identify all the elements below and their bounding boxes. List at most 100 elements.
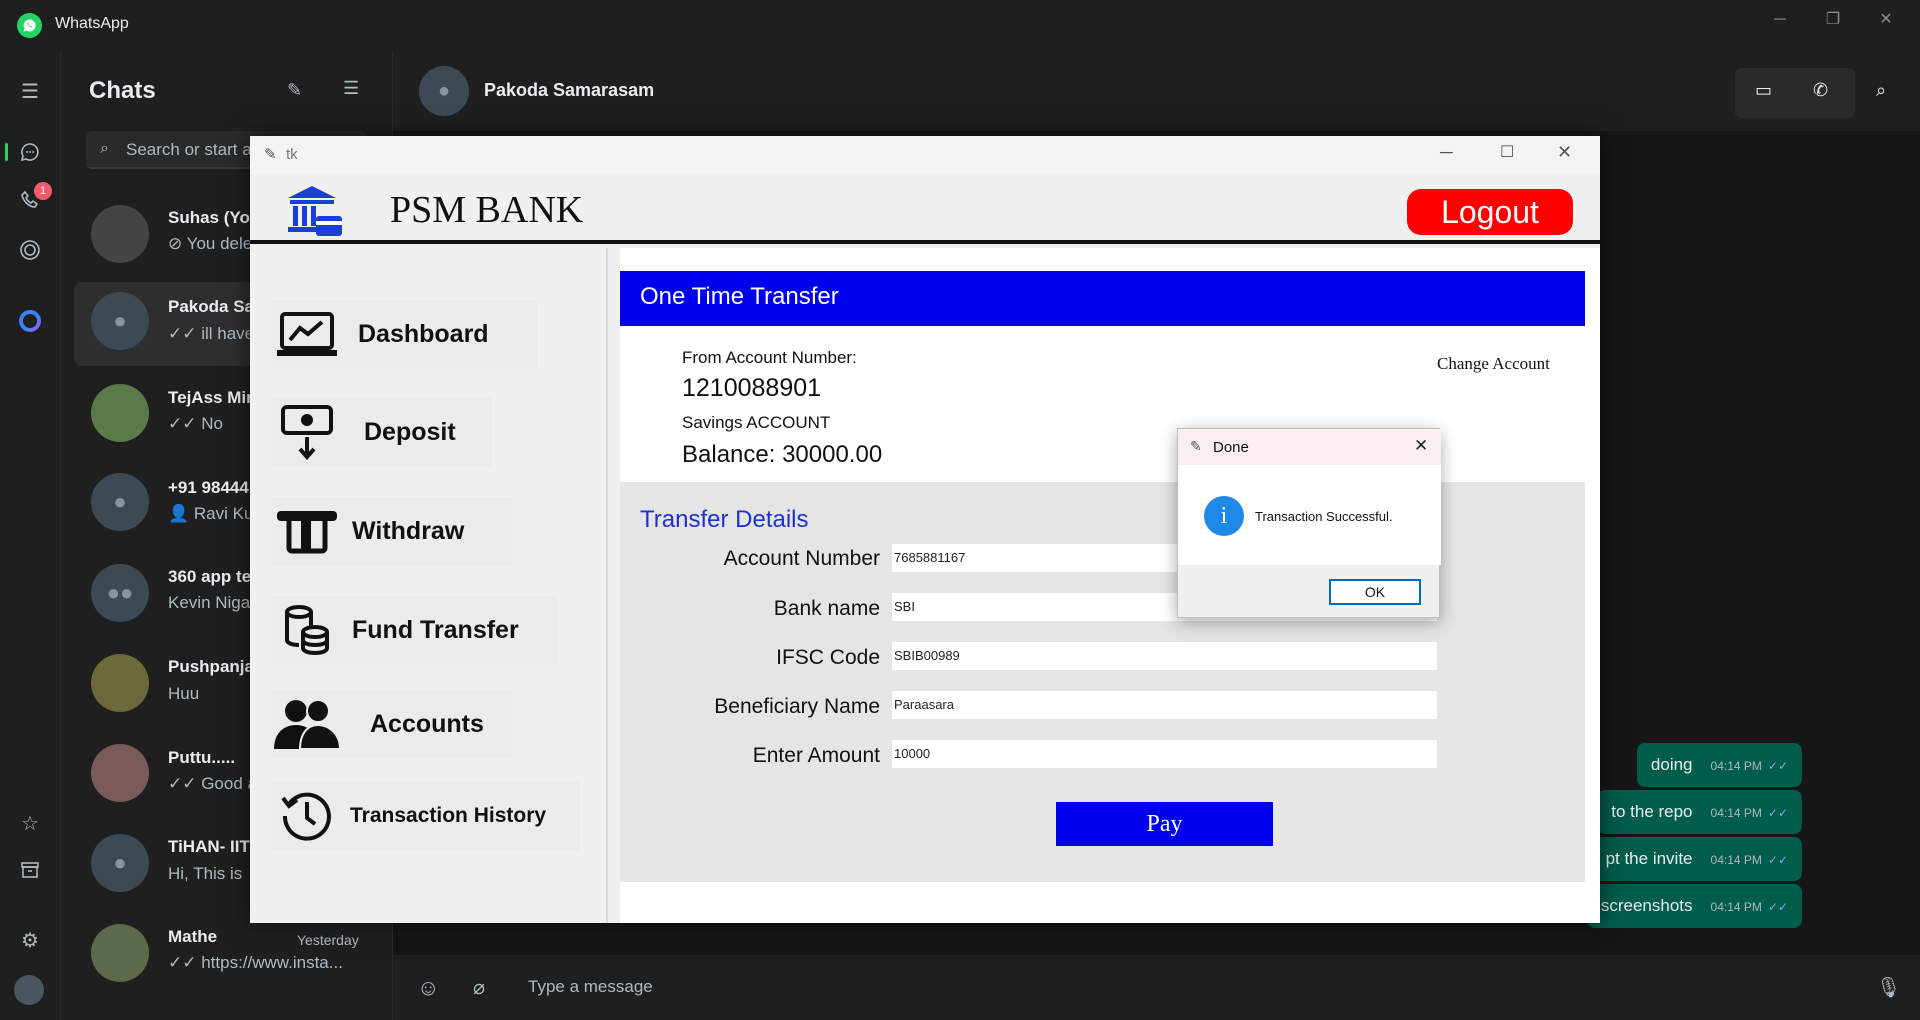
nav-label: Fund Transfer	[352, 615, 519, 644]
archive-icon[interactable]	[14, 854, 46, 886]
change-account-link[interactable]: Change Account	[1437, 354, 1550, 374]
nav-label: Dashboard	[358, 319, 489, 348]
dialog-close-button[interactable]: ✕	[1414, 436, 1428, 456]
nav-dashboard[interactable]: Dashboard	[272, 300, 537, 368]
chat-name[interactable]: Puttu.....	[168, 748, 235, 768]
chat-preview: Huu	[168, 684, 200, 703]
chat-preview: Hi, This is	[168, 864, 243, 883]
close-button[interactable]: ✕	[1557, 142, 1572, 163]
dashboard-icon	[272, 310, 342, 358]
users-icon	[272, 697, 342, 751]
chat-preview: ✓✓ ill have	[168, 324, 255, 343]
message-bubble[interactable]: screenshots 04:14 PM ✓✓	[1586, 884, 1802, 928]
tk-window-title: tk	[286, 146, 298, 163]
account-number: 1210088901	[682, 374, 822, 402]
chat-preview: 👤 Ravi Ku	[168, 504, 254, 523]
field-label: IFSC Code	[776, 646, 880, 669]
chat-preview: ✓✓ Good a	[168, 774, 257, 793]
video-call-icon[interactable]: ▭	[1755, 80, 1772, 101]
field-label: Bank name	[773, 597, 880, 620]
one-time-transfer-title: One Time Transfer	[620, 271, 1585, 326]
dialog-titlebar: ✎ Done ✕	[1178, 429, 1441, 465]
chat-preview: ✓✓ No	[168, 414, 223, 433]
emoji-icon[interactable]: ☺	[417, 975, 439, 1001]
bank-name: PSM BANK	[390, 189, 584, 231]
profile-avatar[interactable]	[14, 975, 44, 1005]
logout-button[interactable]: Logout	[1407, 189, 1573, 235]
attach-icon[interactable]: ⌀	[473, 975, 485, 1000]
chats-icon[interactable]	[14, 136, 46, 168]
withdraw-icon	[272, 507, 342, 555]
message-text: doing	[1650, 755, 1693, 774]
nav-fund-transfer[interactable]: Fund Transfer	[272, 596, 557, 664]
beneficiary-name-input[interactable]: Paraasara	[892, 691, 1437, 719]
chat-name[interactable]: TejAss Mir	[168, 388, 253, 408]
message-bubble[interactable]: to the repo 04:14 PM ✓✓	[1597, 790, 1802, 834]
filter-icon[interactable]: ☰	[343, 78, 359, 99]
nav-label: Transaction History	[350, 804, 547, 827]
message-bubble[interactable]: doing 04:14 PM ✓✓	[1636, 743, 1802, 787]
voice-call-icon[interactable]: ✆	[1813, 80, 1828, 101]
avatar	[91, 384, 149, 442]
mic-icon[interactable]: 🎙	[1876, 975, 1901, 1000]
nav-withdraw[interactable]: Withdraw	[272, 497, 512, 565]
maximize-button[interactable]: ☐	[1500, 142, 1514, 162]
chat-name[interactable]: TiHAN- IIT	[168, 837, 250, 857]
feather-icon: ✎	[264, 146, 277, 163]
chat-preview: ✓✓ https://www.insta...	[168, 953, 343, 972]
missed-calls-badge: 1	[34, 182, 52, 200]
search-placeholder: Search or start a	[126, 140, 252, 159]
read-ticks-icon: ✓✓	[1767, 853, 1788, 867]
avatar: ●	[91, 834, 149, 892]
chat-name[interactable]: 360 app te	[168, 567, 251, 587]
chat-name[interactable]: Pushpanja	[168, 657, 254, 677]
chat-name[interactable]: Pakoda Sa	[168, 297, 254, 317]
nav-label: Withdraw	[352, 516, 465, 545]
message-bubble[interactable]: pt the invite 04:14 PM ✓✓	[1591, 837, 1802, 881]
message-text: to the repo	[1611, 802, 1693, 821]
field-label: Beneficiary Name	[714, 695, 880, 718]
message-time: 04:14 PM	[1710, 900, 1762, 914]
avatar: ●	[91, 292, 149, 350]
balance: Balance: 30000.00	[682, 441, 883, 468]
call-button-group	[1735, 68, 1855, 118]
chats-title: Chats	[89, 77, 156, 104]
chat-name[interactable]: +91 98444	[168, 478, 249, 498]
menu-icon[interactable]: ☰	[14, 75, 46, 107]
amount-input[interactable]: 10000	[892, 740, 1437, 768]
avatar	[91, 205, 149, 263]
chat-time: Yesterday	[297, 932, 359, 948]
close-window-button[interactable]: ✕	[1866, 8, 1906, 32]
ok-button[interactable]: OK	[1329, 579, 1421, 605]
status-icon[interactable]	[14, 234, 46, 266]
nav-accounts[interactable]: Accounts	[272, 690, 512, 758]
contact-avatar[interactable]: ●	[419, 66, 469, 116]
nav-deposit[interactable]: Deposit	[272, 398, 492, 466]
minimize-button[interactable]: ─	[1440, 142, 1453, 163]
tk-titlebar: ✎ tk ─ ☐ ✕	[250, 136, 1600, 174]
message-time: 04:14 PM	[1710, 759, 1762, 773]
message-input[interactable]: Type a message	[528, 977, 653, 997]
ifsc-input[interactable]: SBIB00989	[892, 642, 1437, 670]
app-title: WhatsApp	[55, 15, 129, 32]
message-text: pt the invite	[1605, 849, 1693, 868]
history-icon	[272, 788, 342, 844]
avatar	[91, 654, 149, 712]
search-chat-icon[interactable]: ⌕	[1876, 80, 1886, 101]
new-chat-icon[interactable]: ✎	[287, 80, 302, 101]
minimize-button[interactable]: ─	[1760, 8, 1800, 32]
nav-transaction-history[interactable]: Transaction History	[272, 782, 580, 850]
avatar	[91, 924, 149, 982]
contact-name[interactable]: Pakoda Samarasam	[484, 80, 654, 101]
restore-button[interactable]: ❐	[1813, 8, 1853, 32]
whatsapp-logo-icon	[17, 13, 42, 38]
active-indicator	[5, 143, 8, 161]
meta-ai-icon[interactable]	[14, 305, 46, 337]
chat-name[interactable]: Mathe	[168, 927, 217, 947]
starred-icon[interactable]: ☆	[14, 807, 46, 839]
pay-button[interactable]: Pay	[1056, 802, 1273, 846]
avatar: ●	[91, 473, 149, 531]
settings-icon[interactable]: ⚙	[14, 924, 46, 956]
message-time: 04:14 PM	[1710, 853, 1762, 867]
deposit-icon	[272, 403, 342, 461]
